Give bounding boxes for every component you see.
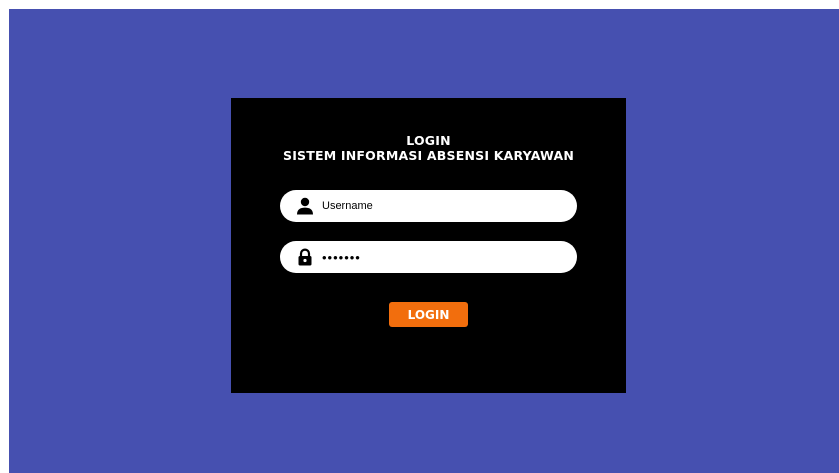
page-background: LOGIN SISTEM INFORMASI ABSENSI KARYAWAN … (9, 9, 839, 473)
lock-icon (298, 248, 312, 266)
username-field[interactable] (280, 190, 577, 222)
title-system-name: SISTEM INFORMASI ABSENSI KARYAWAN (283, 148, 574, 163)
page-title: LOGIN SISTEM INFORMASI ABSENSI KARYAWAN (231, 133, 626, 163)
login-panel: LOGIN SISTEM INFORMASI ABSENSI KARYAWAN … (231, 98, 626, 393)
username-input[interactable] (322, 194, 562, 218)
password-input[interactable] (322, 245, 562, 269)
password-field[interactable] (280, 241, 577, 273)
login-button[interactable]: LOGIN (389, 302, 468, 327)
user-icon (297, 197, 313, 215)
title-login: LOGIN (406, 133, 451, 148)
